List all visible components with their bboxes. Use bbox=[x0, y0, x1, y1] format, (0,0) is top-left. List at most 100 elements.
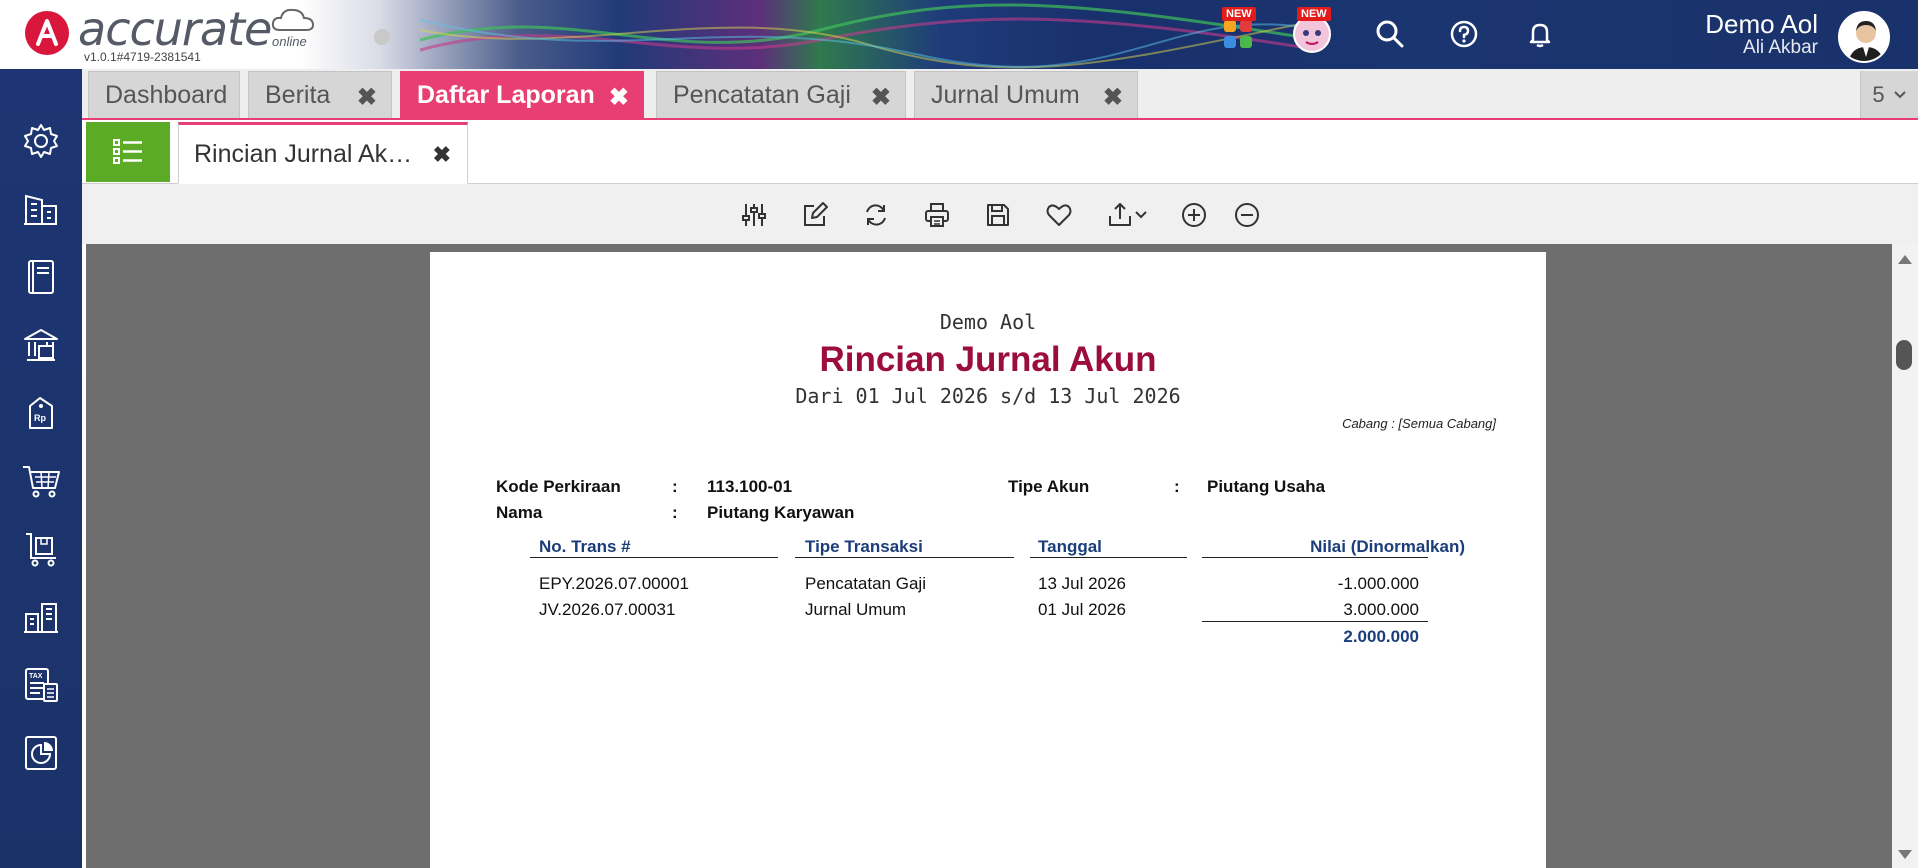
top-header: accurate online v1.0.1#4719-2381541 NEW … bbox=[0, 0, 1918, 69]
column-underline bbox=[1030, 557, 1187, 558]
user-company-name[interactable]: Demo Aol bbox=[1705, 9, 1818, 40]
cell-tanggal: 01 Jul 2026 bbox=[1038, 600, 1126, 619]
close-icon[interactable]: ✖ bbox=[433, 142, 451, 168]
cell-tanggal: 13 Jul 2026 bbox=[1038, 574, 1126, 593]
kode-perkiraan-label: Kode Perkiraan bbox=[496, 477, 621, 496]
zoom-out-icon[interactable] bbox=[1231, 199, 1263, 231]
tab-dashboard[interactable]: Dashboard bbox=[88, 71, 240, 118]
cell-tipe-transaksi: Jurnal Umum bbox=[805, 600, 907, 619]
app-window: accurate online v1.0.1#4719-2381541 NEW … bbox=[0, 0, 1918, 868]
company-icon[interactable] bbox=[19, 187, 63, 231]
warehouse-icon[interactable] bbox=[19, 595, 63, 639]
close-icon[interactable]: ✖ bbox=[609, 83, 629, 112]
search-icon[interactable] bbox=[1370, 14, 1410, 54]
tab-berita[interactable]: Berita ✖ bbox=[248, 71, 392, 118]
close-icon[interactable]: ✖ bbox=[357, 83, 377, 112]
tax-icon[interactable]: TAX bbox=[19, 663, 63, 707]
nama-value: Piutang Karyawan bbox=[707, 503, 855, 522]
bank-icon[interactable] bbox=[19, 323, 63, 367]
subtab-label: Rincian Jurnal Ak… bbox=[194, 139, 413, 168]
sidebar: Rp TAX bbox=[0, 69, 82, 868]
tab-label: Pencatatan Gaji bbox=[673, 80, 851, 109]
column-underline bbox=[1202, 557, 1428, 558]
cart-icon[interactable] bbox=[19, 459, 63, 503]
column-header-no-trans: No. Trans # bbox=[539, 537, 631, 556]
refresh-icon[interactable] bbox=[860, 199, 892, 231]
report-company-name: Demo Aol bbox=[939, 310, 1037, 334]
column-header-tipe-transaksi: Tipe Transaksi bbox=[805, 537, 923, 556]
header-wave-decoration bbox=[420, 3, 1320, 69]
cloud-icon bbox=[271, 8, 315, 31]
close-icon[interactable]: ✖ bbox=[871, 83, 891, 112]
logo-text: accurate bbox=[78, 2, 272, 56]
colon: : bbox=[1174, 477, 1180, 496]
user-name[interactable]: Ali Akbar bbox=[1743, 37, 1818, 59]
cell-nilai: -1.000.000 bbox=[1337, 574, 1419, 593]
save-icon[interactable] bbox=[982, 199, 1014, 231]
tab-count-dropdown[interactable]: 5 bbox=[1860, 71, 1918, 118]
tipe-akun-label: Tipe Akun bbox=[1008, 477, 1090, 496]
avatar[interactable] bbox=[1838, 11, 1890, 63]
tab-label: Jurnal Umum bbox=[931, 80, 1080, 109]
close-icon[interactable]: ✖ bbox=[1103, 83, 1123, 112]
report-page: Demo Aol Rincian Jurnal Akun Dari 01 Jul… bbox=[430, 252, 1546, 868]
ledger-book-icon[interactable] bbox=[19, 255, 63, 299]
edit-icon[interactable] bbox=[799, 199, 831, 231]
scroll-up-arrow-icon[interactable] bbox=[1896, 252, 1914, 266]
report-period: Dari 01 Jul 2026 s/d 13 Jul 2026 bbox=[795, 384, 1181, 408]
status-dot bbox=[374, 29, 390, 45]
cell-tipe-transaksi: Pencatatan Gaji bbox=[805, 574, 926, 593]
colon: : bbox=[672, 503, 678, 522]
nama-label: Nama bbox=[496, 503, 543, 522]
tab-rincian-jurnal-akun[interactable]: Rincian Jurnal Ak… ✖ bbox=[178, 122, 468, 184]
column-underline bbox=[795, 557, 1014, 558]
svg-text:TAX: TAX bbox=[29, 673, 43, 680]
list-icon bbox=[113, 139, 142, 164]
version-label: v1.0.1#4719-2381541 bbox=[84, 50, 201, 64]
report-toolbar bbox=[82, 184, 1918, 244]
new-badge: NEW bbox=[1297, 7, 1331, 21]
help-icon[interactable] bbox=[1444, 14, 1484, 54]
tab-pencatatan-gaji[interactable]: Pencatatan Gaji ✖ bbox=[656, 71, 906, 118]
bell-icon[interactable] bbox=[1520, 14, 1560, 54]
chevron-down-icon bbox=[1893, 90, 1906, 98]
purchase-icon[interactable] bbox=[19, 527, 63, 571]
column-header-tanggal: Tanggal bbox=[1038, 537, 1102, 556]
tab-bar: Dashboard Berita ✖ Daftar Laporan ✖ Penc… bbox=[82, 69, 1918, 120]
tab-label: Daftar Laporan bbox=[417, 80, 595, 109]
settings-icon[interactable] bbox=[19, 119, 63, 163]
report-title: Rincian Jurnal Akun bbox=[819, 340, 1157, 379]
sub-tab-bar: Rincian Jurnal Ak… ✖ bbox=[82, 120, 1918, 184]
logo-online-label: online bbox=[272, 34, 307, 49]
filter-sliders-icon[interactable] bbox=[738, 199, 770, 231]
new-badge: NEW bbox=[1222, 7, 1256, 21]
scrollbar-thumb[interactable] bbox=[1896, 340, 1912, 370]
scroll-down-arrow-icon[interactable] bbox=[1896, 848, 1914, 862]
zoom-in-icon[interactable] bbox=[1178, 199, 1210, 231]
report-branch: Cabang : [Semua Cabang] bbox=[1342, 416, 1496, 431]
tab-count-value: 5 bbox=[1872, 81, 1885, 107]
tab-jurnal-umum[interactable]: Jurnal Umum ✖ bbox=[914, 71, 1138, 118]
print-icon[interactable] bbox=[921, 199, 953, 231]
column-underline bbox=[530, 557, 778, 558]
column-header-nilai: Nilai (Dinormalkan) bbox=[1310, 537, 1465, 556]
scrollbar[interactable] bbox=[1892, 244, 1918, 868]
tab-label: Berita bbox=[265, 80, 331, 109]
total-value: 2.000.000 bbox=[1343, 627, 1419, 646]
tab-daftar-laporan[interactable]: Daftar Laporan ✖ bbox=[400, 71, 644, 118]
total-separator-line bbox=[1202, 621, 1428, 622]
report-chart-icon[interactable] bbox=[19, 731, 63, 775]
price-tag-icon[interactable]: Rp bbox=[19, 391, 63, 435]
logo-mark bbox=[25, 11, 69, 55]
cell-no-trans[interactable]: EPY.2026.07.00001 bbox=[539, 574, 689, 594]
chevron-down-icon[interactable] bbox=[1132, 199, 1150, 231]
tab-label: Dashboard bbox=[105, 80, 228, 109]
favorite-icon[interactable] bbox=[1043, 199, 1075, 231]
colon: : bbox=[672, 477, 678, 496]
cell-nilai: 3.000.000 bbox=[1343, 600, 1419, 619]
tipe-akun-value: Piutang Usaha bbox=[1207, 477, 1326, 496]
cell-no-trans[interactable]: JV.2026.07.00031 bbox=[539, 600, 675, 620]
kode-perkiraan-value: 113.100-01 bbox=[707, 477, 793, 496]
svg-text:Rp: Rp bbox=[34, 413, 46, 423]
list-view-button[interactable] bbox=[86, 122, 170, 182]
